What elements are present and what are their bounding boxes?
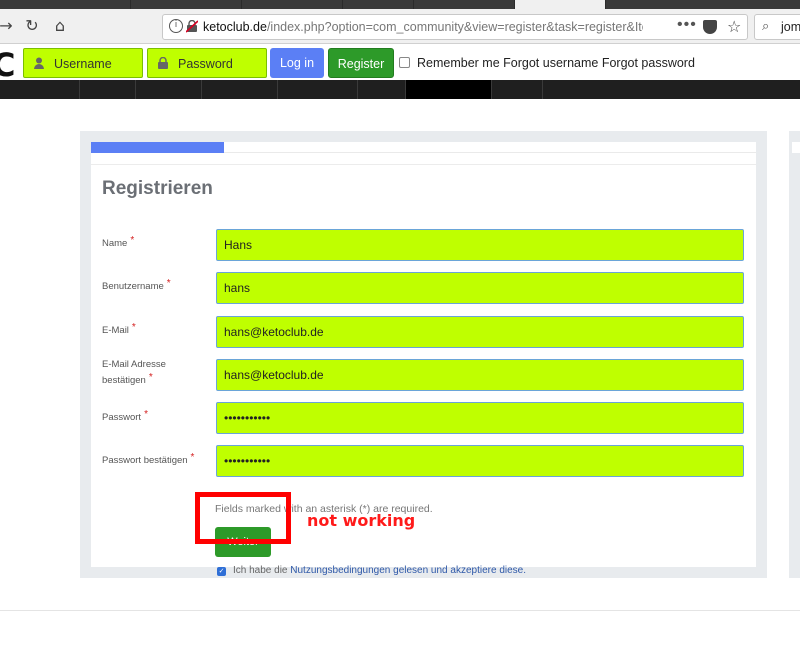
url-text[interactable]: ketoclub.de/index.php?option=com_communi… [203, 20, 643, 34]
terms-link[interactable]: Nutzungsbedingungen gelesen und akzeptie… [290, 565, 526, 576]
browser-tab[interactable] [0, 0, 130, 9]
remember-me-row: Remember me Forgot username Forgot passw… [417, 56, 695, 70]
login-bar: C Username Password Log in Register Reme… [0, 44, 800, 84]
username-placeholder: Username [54, 57, 112, 71]
password-field[interactable]: ••••••••••• [216, 402, 744, 434]
sidebar-panel-edge [789, 131, 800, 578]
remember-me-label[interactable]: Remember me [417, 56, 500, 70]
home-icon[interactable]: ⌂ [50, 16, 70, 36]
page-actions-icon[interactable]: ••• [677, 16, 697, 34]
username-field[interactable]: hans [216, 272, 744, 304]
browser-tab[interactable] [343, 0, 413, 9]
terms-label: Ich habe die Nutzungsbedingungen gelesen… [233, 565, 526, 576]
search-input[interactable]: ⌕ joms [754, 14, 800, 40]
url-path: /index.php?option=com_community&view=reg… [266, 20, 643, 34]
browser-tab[interactable] [606, 0, 800, 9]
form-title: Registrieren [102, 178, 213, 199]
required-asterisk: * [130, 235, 135, 246]
browser-tab[interactable] [414, 0, 514, 9]
username-label: Benutzername * [102, 278, 171, 292]
registration-card: Registrieren Name * Hans Benutzername * ha… [91, 142, 756, 576]
password-confirm-field[interactable]: ••••••••••• [216, 445, 744, 477]
menu-item[interactable] [135, 80, 201, 99]
search-value: joms [781, 20, 800, 34]
password-label: Passwort * [102, 409, 148, 423]
user-icon [34, 57, 44, 69]
required-asterisk: * [148, 372, 153, 383]
annotation-text: not working [307, 511, 416, 530]
password-placeholder: Password [178, 57, 233, 71]
insecure-lock-icon[interactable] [186, 20, 198, 33]
registration-panel: Registrieren Name * Hans Benutzername * ha… [80, 131, 767, 578]
menu-item[interactable] [277, 80, 357, 99]
menu-item[interactable] [491, 80, 543, 99]
back-icon[interactable]: → [0, 16, 16, 36]
url-bar[interactable]: i ketoclub.de/index.php?option=com_commu… [162, 14, 748, 40]
bookmark-star-icon[interactable]: ☆ [727, 17, 741, 36]
required-asterisk: * [166, 278, 171, 289]
register-button[interactable]: Register [328, 48, 394, 78]
email-confirm-field[interactable]: hans@ketoclub.de [216, 359, 744, 391]
footer-divider [0, 610, 800, 611]
required-asterisk: * [131, 322, 136, 333]
name-label: Name * [102, 235, 135, 249]
forgot-username-link[interactable]: Forgot username [503, 56, 598, 70]
registration-form: Registrieren Name * Hans Benutzername * ha… [91, 164, 756, 576]
email-label: E-Mail * [102, 322, 136, 336]
site-main-menu [0, 80, 800, 99]
pocket-icon[interactable] [703, 20, 717, 34]
browser-toolbar: → ↻ ⌂ i ketoclub.de/index.php?option=com… [0, 9, 800, 44]
reload-icon[interactable]: ↻ [22, 16, 42, 36]
menu-item[interactable] [201, 80, 277, 99]
terms-checkbox[interactable]: ✓ [217, 567, 226, 576]
annotation-highlight-box [195, 492, 291, 544]
url-domain: ketoclub.de [203, 20, 267, 34]
required-asterisk: * [144, 409, 148, 420]
site-logo[interactable]: C [0, 46, 15, 84]
menu-item-active[interactable] [405, 80, 491, 99]
name-field[interactable]: Hans [216, 229, 744, 261]
browser-tab-strip[interactable] [0, 0, 800, 9]
info-icon[interactable]: i [169, 19, 183, 33]
required-asterisk: * [190, 452, 195, 463]
step-progress-fill [91, 142, 224, 153]
lock-icon [158, 57, 168, 69]
login-button[interactable]: Log in [270, 48, 324, 78]
browser-tab-active[interactable] [515, 0, 605, 9]
forgot-password-link[interactable]: Forgot password [602, 56, 695, 70]
email-field[interactable]: hans@ketoclub.de [216, 316, 744, 348]
browser-tab[interactable] [242, 0, 342, 9]
username-input[interactable]: Username [23, 48, 143, 78]
email-confirm-label: E-Mail Adresse bestätigen * [102, 359, 166, 386]
menu-item[interactable] [357, 80, 405, 99]
remember-me-checkbox[interactable] [399, 57, 410, 68]
password-input[interactable]: Password [147, 48, 267, 78]
browser-tab[interactable] [131, 0, 241, 9]
password-confirm-label: Passwort bestätigen * [102, 452, 195, 466]
step-progress-bar [91, 142, 756, 153]
menu-item[interactable] [79, 80, 135, 99]
search-icon: ⌕ [762, 19, 770, 34]
